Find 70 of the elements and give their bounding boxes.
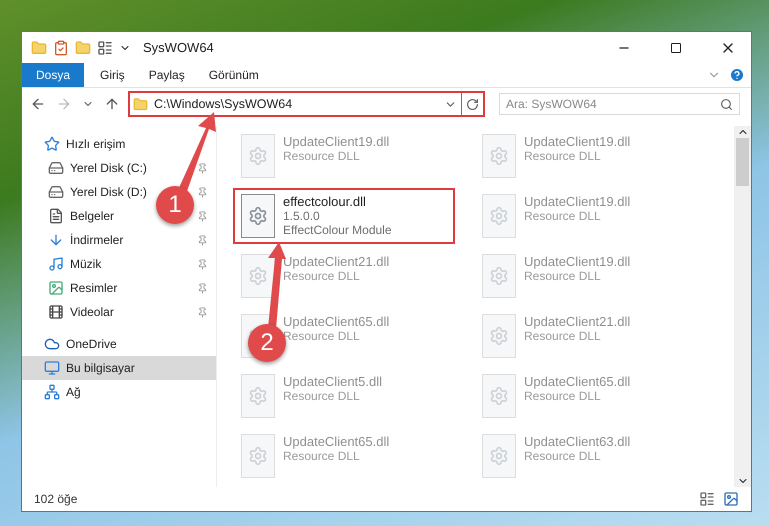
file-name: UpdateClient5.dll: [283, 374, 382, 389]
details-view-icon[interactable]: [699, 491, 715, 507]
file-detail: Resource DLL: [283, 449, 361, 463]
sidebar-item[interactable]: Yerel Disk (C:): [70, 161, 147, 175]
help-icon[interactable]: [729, 67, 745, 83]
star-icon: [44, 136, 60, 152]
file-name: UpdateClient65.dll: [283, 434, 390, 449]
file-detail: Resource DLL: [524, 389, 602, 403]
window-title: SysWOW64: [143, 40, 215, 55]
file-name: UpdateClient21.dll: [524, 314, 630, 329]
sidebar-item[interactable]: Yerel Disk (D:): [70, 185, 147, 199]
address-field[interactable]: C:\Windows\SysWOW64: [130, 93, 461, 115]
file-name: UpdateClient19.dll: [524, 254, 630, 269]
file-detail: Resource DLL: [524, 269, 602, 283]
ribbon-tab[interactable]: Dosya: [22, 63, 84, 87]
back-icon[interactable]: [30, 96, 46, 112]
large-icons-view-icon[interactable]: [723, 491, 739, 507]
drive-icon: [48, 160, 64, 176]
network-icon: [44, 384, 60, 400]
sidebar-item[interactable]: Hızlı erişim: [22, 132, 216, 156]
ribbon-tab[interactable]: Görünüm: [196, 63, 271, 87]
ribbon-tab[interactable]: Giriş: [88, 63, 137, 87]
cloud-icon: [44, 336, 60, 352]
file-name: UpdateClient63.dll: [524, 434, 630, 449]
scrollbar[interactable]: [734, 126, 751, 487]
sidebar-item[interactable]: Belgeler: [70, 209, 114, 223]
folder-icon: [31, 40, 47, 56]
folder-icon: [133, 96, 148, 112]
file-detail: Resource DLL: [524, 209, 602, 223]
download-icon: [48, 232, 64, 248]
file-name: effectcolour.dll: [283, 194, 367, 209]
sidebar-item[interactable]: Resimler: [70, 281, 118, 295]
file-name: UpdateClient21.dll: [283, 254, 390, 269]
music-icon: [48, 256, 64, 272]
sidebar-item[interactable]: Bu bilgisayar: [22, 356, 216, 380]
file-detail: Resource DLL: [524, 449, 602, 463]
view-icon[interactable]: [97, 40, 113, 56]
search-icon[interactable]: [720, 98, 733, 110]
up-icon[interactable]: [104, 96, 120, 112]
sidebar-item[interactable]: Müzik: [70, 257, 102, 271]
item-count: 102 öğe: [34, 492, 78, 506]
scroll-thumb[interactable]: [736, 138, 749, 186]
file-name: UpdateClient19.dll: [524, 194, 630, 209]
sidebar-item[interactable]: Ağ: [22, 380, 216, 404]
search-field[interactable]: Ara: SysWOW64: [499, 93, 740, 115]
file-detail: Resource DLL: [524, 329, 602, 343]
file-detail: 1.5.0.0: [283, 209, 321, 223]
file-detail: Resource DLL: [283, 269, 361, 283]
maximize-icon[interactable]: [670, 42, 682, 54]
ribbon-tab[interactable]: Paylaş: [136, 63, 197, 87]
file-detail: Resource DLL: [524, 149, 602, 163]
video-icon: [48, 304, 64, 320]
file-detail: EffectColour Module: [283, 223, 392, 237]
sidebar-item[interactable]: İndirmeler: [70, 233, 124, 247]
drive-icon: [48, 184, 64, 200]
file-name: UpdateClient65.dll: [524, 374, 630, 389]
properties-icon[interactable]: [53, 40, 69, 56]
document-icon: [48, 208, 64, 224]
file-detail: Resource DLL: [283, 149, 361, 163]
file-detail: Resource DLL: [283, 329, 361, 343]
sidebar-item[interactable]: Videolar: [70, 305, 114, 319]
file-name: UpdateClient19.dll: [283, 134, 390, 149]
file-item[interactable]: effectcolour.dll 1.5.0.0 EffectColour Module: [233, 188, 455, 244]
computer-icon: [44, 360, 60, 376]
sidebar-item[interactable]: OneDrive: [22, 332, 216, 356]
refresh-icon[interactable]: [466, 98, 479, 110]
picture-icon: [48, 280, 64, 296]
file-name: UpdateClient19.dll: [524, 134, 630, 149]
file-detail: Resource DLL: [283, 389, 361, 403]
file-name: UpdateClient65.dll: [283, 314, 390, 329]
